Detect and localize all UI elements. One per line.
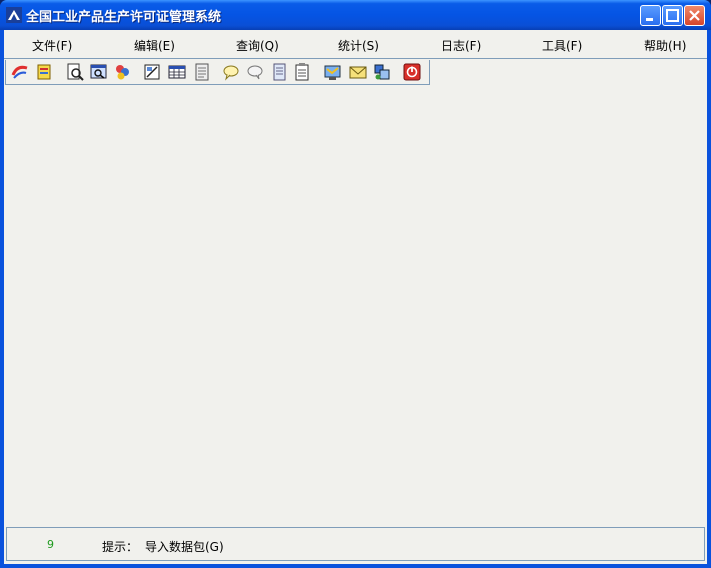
menu-tools[interactable]: 工具(F)	[542, 37, 582, 54]
export-button[interactable]	[35, 63, 53, 81]
message-icon	[247, 65, 263, 80]
status-count: 9	[47, 538, 54, 551]
minimize-icon	[646, 18, 653, 21]
app-logo-icon	[6, 7, 22, 23]
search-document-button[interactable]	[66, 63, 84, 81]
page-button[interactable]	[270, 63, 288, 81]
maximize-icon	[666, 9, 679, 22]
maximize-button[interactable]	[662, 5, 683, 26]
status-hint-text: 导入数据包(G)	[145, 540, 224, 554]
database-button[interactable]	[324, 63, 342, 81]
edit-form-icon	[144, 64, 160, 80]
find-window-button[interactable]	[90, 63, 108, 81]
power-icon	[403, 63, 421, 81]
minimize-button[interactable]	[640, 5, 661, 26]
mail-button[interactable]	[349, 63, 367, 81]
exit-button[interactable]	[403, 63, 421, 81]
notes-button[interactable]	[293, 63, 311, 81]
import-button[interactable]	[11, 63, 29, 81]
menu-edit[interactable]: 编辑(E)	[134, 37, 175, 54]
title-bar[interactable]: 全国工业产品生产许可证管理系统	[0, 0, 711, 30]
workspace	[4, 86, 707, 526]
statistics-icon	[116, 65, 129, 80]
menu-query[interactable]: 查询(Q)	[236, 37, 279, 54]
comment-icon	[223, 65, 239, 81]
close-icon	[689, 10, 700, 21]
report-icon	[195, 63, 209, 81]
notes-icon	[295, 63, 309, 81]
export-icon	[37, 64, 51, 80]
find-window-icon	[90, 64, 107, 79]
statistics-button[interactable]	[114, 63, 132, 81]
import-icon	[11, 65, 28, 79]
table-grid-icon	[168, 65, 186, 79]
client-area: 文件(F) 编辑(E) 查询(Q) 统计(S) 日志(F) 工具(F) 帮助(H…	[4, 30, 707, 564]
menu-statistics[interactable]: 统计(S)	[338, 37, 379, 54]
menu-log[interactable]: 日志(F)	[441, 37, 481, 54]
menu-bar: 文件(F) 编辑(E) 查询(Q) 统计(S) 日志(F) 工具(F) 帮助(H…	[4, 30, 707, 59]
comment-button[interactable]	[222, 63, 240, 81]
close-button[interactable]	[684, 5, 705, 26]
toolbar	[5, 60, 430, 85]
edit-form-button[interactable]	[143, 63, 161, 81]
menu-file[interactable]: 文件(F)	[32, 37, 72, 54]
table-grid-button[interactable]	[168, 63, 186, 81]
search-document-icon	[67, 63, 84, 81]
status-bar: 9 提示： 导入数据包(G)	[6, 527, 705, 561]
report-button[interactable]	[193, 63, 211, 81]
settings-icon	[374, 64, 390, 80]
page-icon	[273, 63, 286, 81]
status-hint-label: 提示：	[102, 540, 139, 554]
settings-button[interactable]	[373, 63, 391, 81]
database-icon	[324, 65, 341, 80]
window-title: 全国工业产品生产许可证管理系统	[26, 10, 222, 25]
menu-help[interactable]: 帮助(H)	[644, 37, 686, 54]
main-window: 全国工业产品生产许可证管理系统 文件(F) 编辑(E) 查询(Q) 统计(S) …	[0, 0, 711, 568]
message-button[interactable]	[246, 63, 264, 81]
mail-icon	[349, 66, 367, 79]
